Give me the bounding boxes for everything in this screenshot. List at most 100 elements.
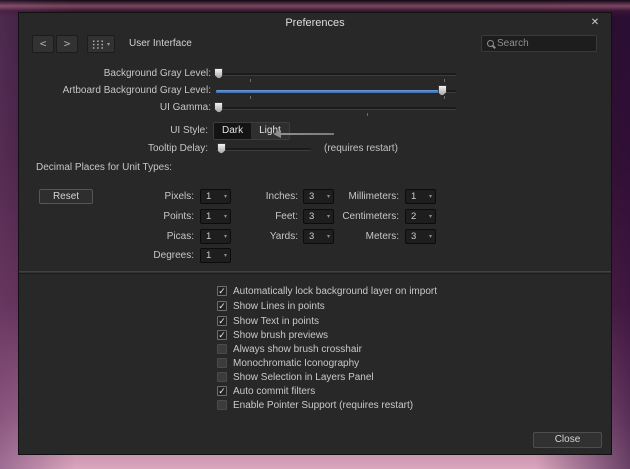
units-row: Pixels: 1 ▾ Inches: 3 ▾ Millimeters: 1 ▾ bbox=[19, 189, 611, 204]
chevron-down-icon: ▾ bbox=[429, 233, 435, 240]
decimal-section-title: Decimal Places for Unit Types: bbox=[36, 162, 172, 173]
meters-value: 3 bbox=[406, 230, 429, 243]
checkbox-row: ✓ Show Lines in points bbox=[19, 301, 611, 312]
checkbox-row: Always show brush crosshair bbox=[19, 344, 611, 355]
forward-icon: > bbox=[64, 37, 71, 50]
checkbox[interactable] bbox=[217, 344, 227, 354]
points-label: Points: bbox=[79, 209, 194, 224]
title-bar: Preferences ✕ bbox=[19, 13, 611, 33]
centimeters-label: Centimeters: bbox=[309, 209, 399, 224]
search-box[interactable] bbox=[481, 35, 597, 52]
chevron-down-icon: ▾ bbox=[107, 41, 110, 48]
checkbox-row: Show Selection in Layers Panel bbox=[19, 372, 611, 383]
degrees-dropdown[interactable]: 1 ▾ bbox=[200, 248, 231, 263]
slider-thumb[interactable] bbox=[214, 102, 223, 113]
checkbox-row: ✓ Automatically lock background layer on… bbox=[19, 286, 611, 297]
units-row: Picas: 1 ▾ Yards: 3 ▾ Meters: 3 ▾ bbox=[19, 229, 611, 244]
artboard-gray-label: Artboard Background Gray Level: bbox=[19, 83, 211, 99]
meters-label: Meters: bbox=[309, 229, 399, 244]
preferences-dialog: Preferences ✕ < > ▾ User Interface Backg… bbox=[18, 12, 612, 455]
checkbox-label: Monochromatic Iconography bbox=[233, 358, 359, 369]
ui-gamma-slider[interactable] bbox=[216, 100, 456, 116]
search-input[interactable] bbox=[497, 38, 582, 49]
slider-thumb[interactable] bbox=[217, 143, 226, 154]
checkbox[interactable]: ✓ bbox=[217, 330, 227, 340]
slider-track bbox=[216, 107, 456, 110]
checkbox-row: ✓ Auto commit filters bbox=[19, 386, 611, 397]
checkbox[interactable]: ✓ bbox=[217, 301, 227, 311]
checkbox-label: Enable Pointer Support (requires restart… bbox=[233, 400, 413, 411]
centimeters-value: 2 bbox=[406, 210, 429, 223]
requires-restart-note: (requires restart) bbox=[324, 141, 398, 157]
tooltip-delay-slider[interactable] bbox=[216, 141, 311, 157]
checkbox[interactable]: ✓ bbox=[217, 386, 227, 396]
back-button[interactable]: < bbox=[32, 35, 54, 53]
checkbox[interactable] bbox=[217, 372, 227, 382]
close-icon[interactable]: ✕ bbox=[588, 16, 602, 30]
grid-icon bbox=[91, 39, 104, 49]
units-row: Degrees: 1 ▾ bbox=[19, 248, 611, 263]
millimeters-dropdown[interactable]: 1 ▾ bbox=[405, 189, 436, 204]
checkbox[interactable]: ✓ bbox=[217, 286, 227, 296]
checkbox-label: Show Text in points bbox=[233, 316, 319, 327]
dialog-title: Preferences bbox=[19, 13, 611, 33]
degrees-label: Degrees: bbox=[79, 248, 194, 263]
tooltip-delay-row: Tooltip Delay: (requires restart) bbox=[19, 141, 611, 157]
section-divider bbox=[19, 271, 611, 274]
picas-label: Picas: bbox=[79, 229, 194, 244]
units-row: Points: 1 ▾ Feet: 3 ▾ Centimeters: 2 ▾ bbox=[19, 209, 611, 224]
checkbox-label: Show Selection in Layers Panel bbox=[233, 372, 374, 383]
slider-tick bbox=[367, 113, 368, 116]
checkbox[interactable] bbox=[217, 400, 227, 410]
background-gray-slider[interactable] bbox=[216, 66, 456, 82]
artboard-gray-slider[interactable] bbox=[216, 83, 456, 99]
forward-button[interactable]: > bbox=[56, 35, 78, 53]
checkbox-row: Monochromatic Iconography bbox=[19, 358, 611, 369]
ui-style-label: UI Style: bbox=[19, 123, 208, 139]
artboard-gray-row: Artboard Background Gray Level: bbox=[19, 83, 611, 99]
millimeters-label: Millimeters: bbox=[309, 189, 399, 204]
slider-thumb[interactable] bbox=[214, 68, 223, 79]
background-gray-label: Background Gray Level: bbox=[19, 66, 211, 82]
background-gray-row: Background Gray Level: bbox=[19, 66, 611, 82]
section-title: User Interface bbox=[129, 35, 192, 53]
millimeters-value: 1 bbox=[406, 190, 429, 203]
checkbox-label: Show Lines in points bbox=[233, 301, 325, 312]
slider-track bbox=[216, 90, 456, 93]
checkbox-row: Enable Pointer Support (requires restart… bbox=[19, 400, 611, 411]
back-icon: < bbox=[40, 37, 47, 50]
slider-track bbox=[216, 148, 311, 151]
tooltip-delay-label: Tooltip Delay: bbox=[19, 141, 208, 157]
checkbox-label: Auto commit filters bbox=[233, 386, 315, 397]
checkbox[interactable]: ✓ bbox=[217, 316, 227, 326]
slider-fill bbox=[216, 90, 442, 93]
chevron-down-icon: ▾ bbox=[429, 213, 435, 220]
degrees-value: 1 bbox=[201, 249, 224, 262]
ui-gamma-label: UI Gamma: bbox=[19, 100, 211, 116]
centimeters-dropdown[interactable]: 2 ▾ bbox=[405, 209, 436, 224]
close-button[interactable]: Close bbox=[533, 432, 602, 448]
slider-tick bbox=[250, 79, 251, 82]
feet-label: Feet: bbox=[219, 209, 298, 224]
inches-label: Inches: bbox=[219, 189, 298, 204]
checkbox-label: Always show brush crosshair bbox=[233, 344, 362, 355]
ui-style-dark-button[interactable]: Dark bbox=[214, 123, 251, 139]
checkbox-row: ✓ Show Text in points bbox=[19, 316, 611, 327]
checkbox-label: Automatically lock background layer on i… bbox=[233, 286, 437, 297]
checkbox[interactable] bbox=[217, 358, 227, 368]
slider-tick bbox=[444, 96, 445, 99]
slider-track bbox=[216, 73, 456, 76]
chevron-down-icon: ▾ bbox=[224, 252, 230, 259]
yards-label: Yards: bbox=[219, 229, 298, 244]
ui-gamma-row: UI Gamma: bbox=[19, 100, 611, 116]
checkbox-label: Show brush previews bbox=[233, 330, 328, 341]
slider-thumb[interactable] bbox=[438, 85, 447, 96]
slider-tick bbox=[250, 96, 251, 99]
sections-grid-button[interactable]: ▾ bbox=[87, 35, 115, 53]
slider-tick bbox=[444, 79, 445, 82]
meters-dropdown[interactable]: 3 ▾ bbox=[405, 229, 436, 244]
pixels-label: Pixels: bbox=[79, 189, 194, 204]
checkbox-row: ✓ Show brush previews bbox=[19, 330, 611, 341]
ui-style-row: UI Style: Dark Light bbox=[19, 123, 611, 139]
arrow-left-annotation-icon bbox=[273, 130, 335, 138]
